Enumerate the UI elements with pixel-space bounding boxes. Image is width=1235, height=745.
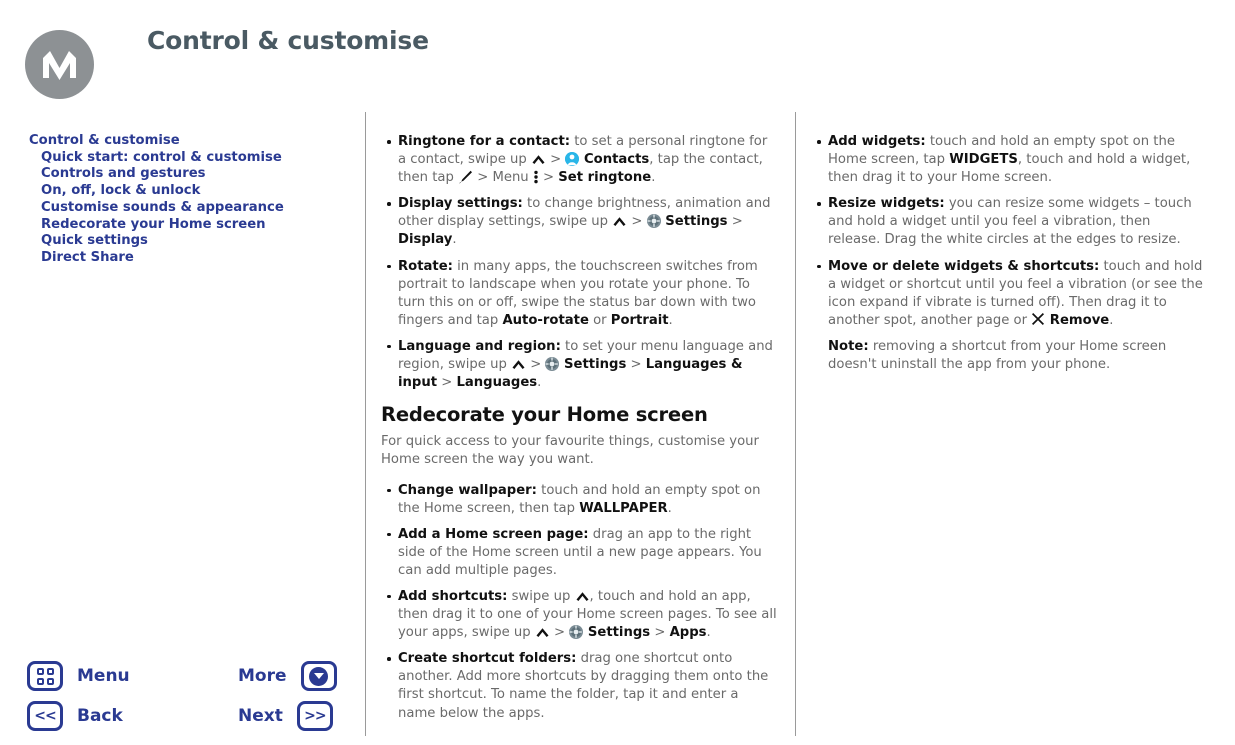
emphasis-text: Portrait	[610, 312, 669, 328]
bullet-item: Move or delete widgets & shortcuts: touc…	[811, 258, 1203, 330]
pencil-icon	[458, 170, 473, 184]
emphasis-text: Languages	[456, 375, 538, 391]
settings-gear-icon	[545, 357, 560, 372]
emphasis-text: Set ringtone	[558, 170, 652, 186]
bullet-item: Add shortcuts: swipe up , touch and hold…	[381, 588, 777, 642]
bullet-term: Resize widgets:	[828, 196, 945, 212]
emphasis-text: WALLPAPER	[579, 500, 668, 516]
right-content-column: Add widgets: touch and hold an empty spo…	[811, 133, 1203, 382]
next-glyph: >>	[304, 708, 326, 724]
bullet-term: Add a Home screen page:	[398, 526, 589, 542]
next-chevrons-icon: >>	[296, 701, 333, 731]
bullet-term: Rotate:	[398, 258, 453, 274]
toc-item-quick-start[interactable]: Quick start: control & customise	[29, 150, 349, 167]
more-button-label: More	[238, 666, 287, 686]
section-intro-text: For quick access to your favourite thing…	[381, 434, 759, 468]
widgets-bullet-list: Add widgets: touch and hold an empty spo…	[811, 133, 1203, 374]
bullet-item: Rotate: in many apps, the touchscreen sw…	[381, 258, 777, 330]
toc-item-on-off-lock-unlock[interactable]: On, off, lock & unlock	[29, 183, 349, 200]
bullet-item: Add widgets: touch and hold an empty spo…	[811, 133, 1203, 187]
more-button[interactable]: More	[238, 661, 337, 691]
redecorate-bullet-list: Change wallpaper: touch and hold an empt…	[381, 482, 777, 723]
chevron-up-icon	[535, 625, 550, 638]
bullet-term: Ringtone for a contact:	[398, 134, 571, 149]
section-heading-redecorate: Redecorate your Home screen	[381, 403, 708, 427]
bullet-term: Add shortcuts:	[398, 588, 508, 604]
emphasis-text: Settings	[559, 357, 627, 373]
page-title: Control & customise	[147, 26, 429, 55]
chevron-up-icon	[575, 589, 590, 602]
menu-button[interactable]: Menu	[27, 661, 130, 691]
toc-item-redecorate-home-screen[interactable]: Redecorate your Home screen	[29, 217, 349, 234]
bottom-navigation: Menu << Back More Next >>	[0, 655, 365, 745]
back-button-label: Back	[77, 706, 123, 726]
toc-item-quick-settings[interactable]: Quick settings	[29, 233, 349, 250]
bullet-term: Note:	[828, 338, 869, 354]
bullet-item: Resize widgets: you can resize some widg…	[811, 195, 1203, 249]
settings-gear-icon	[569, 625, 584, 640]
bullet-term: Create shortcut folders:	[398, 651, 577, 667]
close-x-icon	[1031, 312, 1045, 326]
chevron-down-icon	[300, 661, 337, 691]
bullet-term: Move or delete widgets & shortcuts:	[828, 258, 1100, 274]
toc-item-direct-share[interactable]: Direct Share	[29, 250, 349, 267]
bullet-term: Change wallpaper:	[398, 482, 537, 498]
toc-title[interactable]: Control & customise	[29, 133, 349, 150]
chevron-up-icon	[511, 357, 526, 370]
menu-button-label: Menu	[77, 666, 130, 686]
column-divider-left	[365, 112, 366, 736]
back-button[interactable]: << Back	[27, 701, 123, 731]
emphasis-text: Remove	[1045, 312, 1110, 328]
column-divider-right	[795, 112, 796, 736]
emphasis-text: Contacts	[579, 152, 650, 168]
next-button[interactable]: Next >>	[238, 701, 333, 731]
contacts-icon	[565, 152, 580, 167]
bullet-term: Language and region:	[398, 338, 561, 354]
bullet-item: Display settings: to change brightness, …	[381, 195, 777, 249]
emphasis-text: WIDGETS	[949, 152, 1018, 168]
bullet-item: Change wallpaper: touch and hold an empt…	[381, 482, 777, 518]
settings-gear-icon	[646, 214, 661, 229]
settings-bullet-list: Ringtone for a contact: to set a persona…	[381, 133, 777, 392]
chevron-up-icon	[531, 152, 546, 165]
bullet-term: Add widgets:	[828, 134, 926, 149]
bullet-item: Ringtone for a contact: to set a persona…	[381, 133, 777, 187]
bullet-item: Note: removing a shortcut from your Home…	[828, 338, 1167, 373]
emphasis-text: Display	[398, 232, 453, 248]
middle-content-column: Ringtone for a contact: to set a persona…	[381, 133, 777, 731]
bullet-item: Add a Home screen page: drag an app to t…	[381, 526, 777, 580]
bullet-term: Display settings:	[398, 196, 523, 212]
emphasis-text: Apps	[669, 625, 707, 641]
overflow-menu-icon	[533, 170, 539, 184]
toc-item-controls-and-gestures[interactable]: Controls and gestures	[29, 166, 349, 183]
bullet-item: Create shortcut folders: drag one shortc…	[381, 650, 777, 722]
chevron-up-icon	[612, 214, 627, 227]
page-header: Control & customise	[0, 0, 1235, 112]
back-chevrons-icon: <<	[27, 701, 63, 731]
emphasis-text: Settings	[583, 625, 651, 641]
bullet-item: Language and region: to set your menu la…	[381, 338, 777, 392]
next-button-label: Next	[238, 706, 283, 726]
emphasis-text: Settings	[660, 214, 728, 230]
motorola-logo-icon	[25, 30, 94, 99]
toc-item-customise-sounds[interactable]: Customise sounds & appearance	[29, 200, 349, 217]
back-glyph: <<	[34, 708, 56, 724]
menu-grid-icon	[27, 661, 63, 691]
table-of-contents: Control & customise Quick start: control…	[29, 133, 349, 267]
emphasis-text: Auto-rotate	[502, 312, 589, 328]
